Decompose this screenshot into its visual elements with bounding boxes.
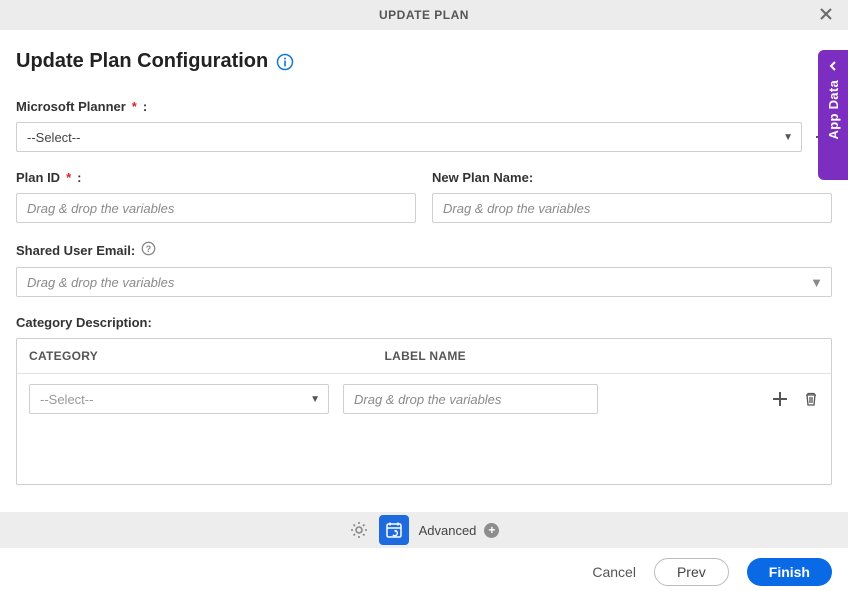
dialog-header: UPDATE PLAN (0, 0, 848, 30)
column-label-name: LABEL NAME (385, 349, 820, 363)
shared-user-email-label: Shared User Email: ? (16, 241, 832, 259)
help-icon[interactable]: ? (141, 241, 156, 259)
finish-button[interactable]: Finish (747, 558, 832, 586)
advanced-button[interactable]: Advanced + (419, 523, 500, 538)
add-row-button[interactable] (771, 390, 789, 408)
plan-id-label: Plan ID*: (16, 170, 416, 185)
app-data-label: App Data (826, 80, 841, 139)
chevron-down-icon: ▼ (310, 394, 320, 405)
new-plan-name-label: New Plan Name: (432, 170, 832, 185)
app-data-tab[interactable]: App Data (818, 50, 848, 180)
plan-id-input[interactable] (16, 193, 416, 223)
chevron-left-icon (827, 60, 839, 72)
planner-label: Microsoft Planner*: (16, 99, 832, 114)
chevron-down-icon: ▼ (810, 275, 823, 290)
cancel-button[interactable]: Cancel (592, 564, 636, 580)
chevron-down-icon: ▼ (783, 132, 793, 143)
page-title: Update Plan Configuration (16, 50, 268, 73)
calendar-icon[interactable] (379, 515, 409, 545)
planner-select[interactable]: --Select-- ▼ (16, 122, 802, 152)
advanced-label: Advanced (419, 523, 477, 538)
category-table-header: CATEGORY LABEL NAME (17, 339, 831, 374)
dialog-title: UPDATE PLAN (379, 8, 469, 22)
category-select[interactable]: --Select-- ▼ (29, 384, 329, 414)
category-table: CATEGORY LABEL NAME --Select-- ▼ (16, 338, 832, 485)
gear-icon[interactable] (349, 520, 369, 540)
new-plan-name-input[interactable] (432, 193, 832, 223)
info-icon[interactable] (276, 53, 294, 71)
column-category: CATEGORY (29, 349, 385, 363)
required-mark: * (132, 99, 137, 114)
shared-user-email-input[interactable]: Drag & drop the variables ▼ (16, 267, 832, 297)
plus-icon: + (484, 523, 499, 538)
category-description-label: Category Description: (16, 315, 832, 330)
required-mark: * (66, 170, 71, 185)
table-row: --Select-- ▼ (17, 374, 831, 424)
delete-row-button[interactable] (803, 391, 819, 407)
close-icon[interactable] (818, 6, 834, 25)
dialog-content: Update Plan Configuration Microsoft Plan… (0, 30, 848, 497)
footer-toolbar: Advanced + (0, 512, 848, 548)
prev-button[interactable]: Prev (654, 558, 729, 586)
category-selected-value: --Select-- (40, 392, 93, 407)
planner-selected-value: --Select-- (27, 130, 80, 145)
svg-text:?: ? (146, 244, 152, 254)
label-name-input[interactable] (343, 384, 598, 414)
dialog-actions: Cancel Prev Finish (592, 558, 832, 586)
